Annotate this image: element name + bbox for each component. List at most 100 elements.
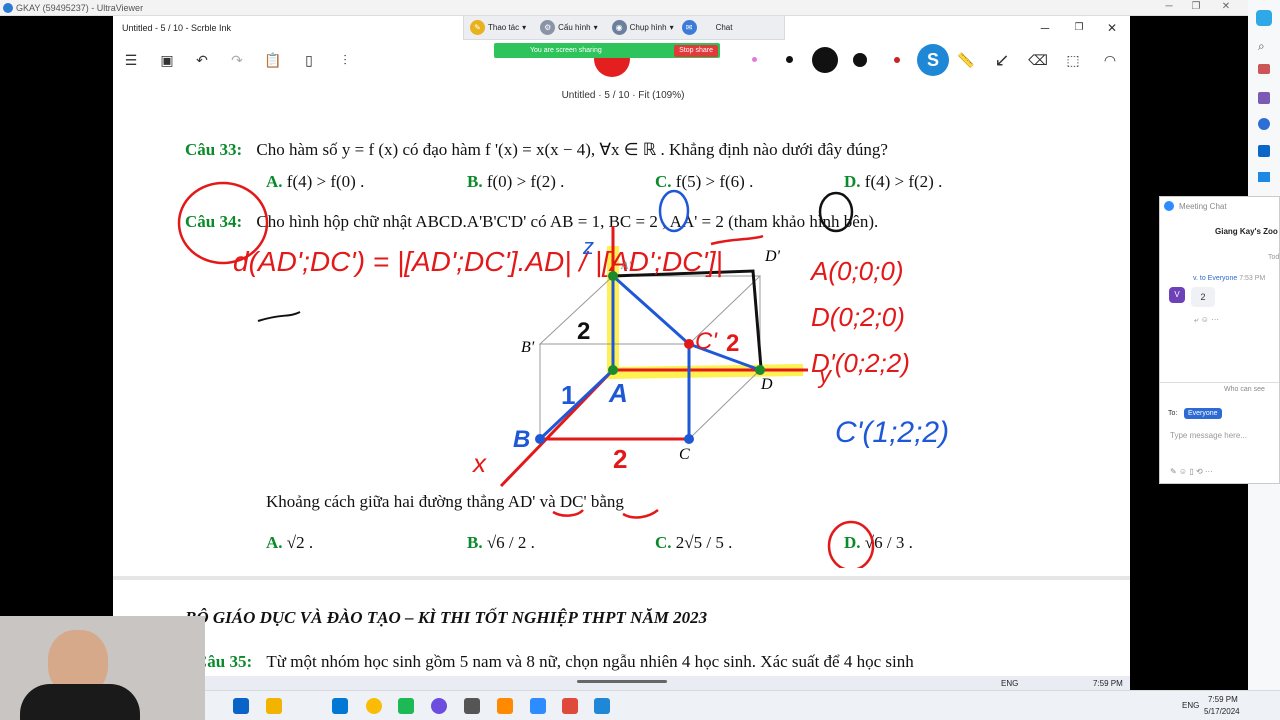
scrble-logo-icon[interactable]: S: [917, 44, 949, 76]
copilot-icon[interactable]: [1256, 10, 1272, 26]
chat-format-icons[interactable]: ✎ ☺ ▯ ⟲ ···: [1170, 467, 1213, 476]
label-b-prime: B': [521, 339, 535, 356]
file-explorer-icon[interactable]: [266, 698, 282, 714]
size-large-dot[interactable]: [812, 47, 838, 73]
color-red-dot[interactable]: [894, 57, 900, 63]
zoom-taskbar-icon[interactable]: [530, 698, 546, 714]
mail-icon[interactable]: [332, 698, 348, 714]
message-actions[interactable]: ⤶ ☺ ···: [1194, 315, 1219, 325]
scrble-ink-window: Untitled - 5 / 10 - Scrble Ink ─ ❐ ✕ ✎ Th…: [113, 16, 1130, 679]
circle-annotation-answer-d: [827, 520, 875, 568]
hw-coords: A(0;0;0) D(0;2;0) D'(0;2;2): [811, 248, 910, 386]
app2-icon[interactable]: [497, 698, 513, 714]
coord-c-prime: C'(1;2;2): [835, 416, 950, 449]
app-icon[interactable]: [398, 698, 414, 714]
clock-date[interactable]: 5/17/2024: [1204, 707, 1240, 716]
hw-b: B: [513, 426, 531, 453]
hw-number-2-black: 2: [577, 318, 591, 345]
app-close-icon[interactable]: ✕: [1104, 20, 1120, 36]
distance-formula: d(AD';DC') = |[AD';DC'].AD| / |[AD';DC']…: [233, 246, 723, 277]
underline-stroke: [257, 311, 301, 322]
ultraviewer-logo-icon: [3, 3, 13, 13]
document-info: Untitled · 5 / 10 · Fit (109%): [561, 90, 685, 101]
remote-taskbar: ENG 7:59 PM: [205, 676, 1130, 690]
notes-icon[interactable]: [464, 698, 480, 714]
coord-d-prime: D'(0;2;2): [811, 348, 910, 378]
arrow-tool-icon[interactable]: ↙: [992, 50, 1012, 70]
search-icon[interactable]: ⌕: [1258, 39, 1265, 54]
restore-icon[interactable]: ❐: [1185, 0, 1207, 14]
question-35: Câu 35: Từ một nhóm học sinh gồm 5 nam v…: [195, 652, 914, 671]
size-small-dot[interactable]: [786, 56, 793, 63]
wifi-icon[interactable]: ◠: [1100, 50, 1120, 70]
chrome-icon[interactable]: [366, 698, 382, 714]
save-icon[interactable]: ▣: [157, 50, 177, 70]
screen-sharing-banner: You are screen sharing Stop share: [494, 43, 720, 58]
minimize-icon[interactable]: ─: [1158, 0, 1180, 14]
underline-bc: [710, 234, 764, 246]
hw-number-2-right: 2: [726, 330, 740, 357]
cube-figure: [177, 181, 875, 568]
chat-icon: ✉: [681, 20, 697, 35]
briefcase-icon[interactable]: [1258, 64, 1270, 74]
redo-icon[interactable]: ↷: [227, 50, 247, 70]
close-icon[interactable]: ✕: [1215, 0, 1237, 14]
clock-time[interactable]: 7:59 PM: [1208, 695, 1238, 704]
coord-d: D(0;2;0): [811, 302, 905, 332]
page-icon[interactable]: ▯: [299, 50, 319, 70]
clipboard-icon[interactable]: 📋: [263, 50, 283, 70]
point-c-prime: [684, 339, 694, 349]
meeting-chat-panel: Meeting Chat Giang Kay's Zoo Tod v. to E…: [1159, 196, 1280, 484]
chuphinh-button[interactable]: ◉ Chụp hình ▾: [611, 20, 674, 35]
ruler-icon[interactable]: 📏: [956, 50, 976, 70]
point-a: [608, 365, 618, 375]
ultraviewer-taskbar-icon[interactable]: [562, 698, 578, 714]
circle-annotation-aa: [818, 191, 854, 233]
taskbar-handle: [577, 680, 667, 683]
size-medium-dot[interactable]: [853, 53, 867, 67]
cauhinh-button[interactable]: ⚙ Cấu hình ▾: [540, 20, 598, 35]
eraser-icon[interactable]: ⌫: [1028, 50, 1048, 70]
thaotac-button[interactable]: ✎ Thao tác ▾: [470, 20, 526, 35]
label-a-prime: A': [621, 258, 631, 272]
obs-icon[interactable]: [431, 698, 447, 714]
hw-number-2-red: 2: [613, 444, 628, 474]
exam-header: BỘ GIÁO DỤC VÀ ĐÀO TẠO – KÌ THI TỐT NGHI…: [185, 608, 708, 627]
underline-ad-dc: [552, 508, 659, 519]
label-d: D: [761, 376, 773, 393]
point-d: [755, 365, 765, 375]
circle-annotation-ab: [658, 189, 690, 233]
app-maximize-icon[interactable]: ❐: [1071, 20, 1087, 36]
zoom-level[interactable]: Fit (109%): [638, 90, 684, 101]
app-minimize-icon[interactable]: ─: [1037, 20, 1053, 36]
point-b: [535, 434, 545, 444]
undo-icon[interactable]: ↶: [192, 50, 212, 70]
chat-input[interactable]: Type message here...: [1170, 431, 1247, 440]
label-d-prime: D': [765, 248, 780, 265]
recipient-select[interactable]: Everyone: [1184, 408, 1222, 419]
presenter-body: [20, 684, 140, 720]
office-icon[interactable]: [1258, 118, 1270, 130]
camera-icon: ◉: [611, 20, 627, 35]
label-c: C: [679, 446, 690, 463]
outlook-icon[interactable]: [1258, 145, 1270, 157]
menu-icon[interactable]: ☰: [121, 50, 141, 70]
webcam-video: [0, 616, 205, 720]
settings-sliders-icon[interactable]: ⫶: [335, 50, 355, 70]
ultraviewer-toolbar: ✎ Thao tác ▾ ⚙ Cấu hình ▾ ◉ Chụp hình ▾ ✉ Ch…: [463, 16, 785, 40]
hw-axis-x: x: [473, 448, 486, 478]
send-icon[interactable]: [1258, 172, 1270, 182]
hw-axis-z: z: [583, 234, 594, 259]
chat-button[interactable]: ✉ Chat: [681, 20, 732, 35]
gear-icon: ⚙: [540, 20, 556, 35]
color-pink-dot[interactable]: [752, 57, 757, 62]
select-icon[interactable]: ⬚: [1063, 50, 1083, 70]
ultraviewer-titlebar: GKAY (59495237) - UltraViewer ─ ❐ ✕: [0, 0, 1280, 16]
wrench-icon: ✎: [470, 20, 485, 35]
edge-icon[interactable]: [233, 698, 249, 714]
hw-c-prime: C': [695, 328, 717, 355]
tools-icon[interactable]: [1258, 92, 1270, 104]
zoom-icon: [1164, 201, 1174, 211]
scrble-taskbar-icon[interactable]: [594, 698, 610, 714]
stop-share-button[interactable]: Stop share: [674, 44, 718, 57]
